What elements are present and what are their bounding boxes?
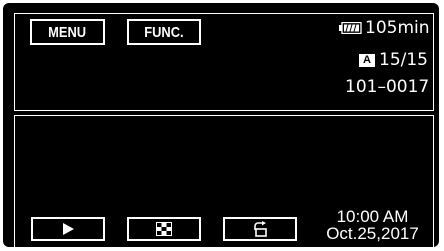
func-button[interactable]: FUNC. xyxy=(127,19,201,45)
rotate-icon xyxy=(251,221,269,237)
func-button-label: FUNC. xyxy=(144,23,184,41)
bottom-control-panel: 10:00 AM Oct.25,2017 xyxy=(14,115,434,249)
camera-screen: MENU FUNC. 105min A 15/15 101–0017 10:00… xyxy=(3,3,439,249)
folder-file-number: 101–0017 xyxy=(345,77,430,97)
rotate-button[interactable] xyxy=(223,217,297,241)
menu-button-label: MENU xyxy=(48,23,87,41)
battery-icon xyxy=(339,22,362,34)
date-text: Oct.25,2017 xyxy=(326,224,419,243)
top-info-panel: MENU FUNC. 105min A 15/15 101–0017 xyxy=(14,13,434,111)
date-time-display: 10:00 AM Oct.25,2017 xyxy=(320,208,425,242)
image-counter: 15/15 xyxy=(379,50,428,70)
play-button[interactable] xyxy=(31,217,105,241)
time-text: 10:00 AM xyxy=(336,207,409,226)
auto-mode-badge: A xyxy=(359,54,375,67)
menu-button[interactable]: MENU xyxy=(30,19,105,45)
play-icon xyxy=(61,222,75,236)
battery-time-remaining: 105min xyxy=(365,18,430,38)
index-grid-icon xyxy=(156,222,172,236)
index-button[interactable] xyxy=(127,217,201,241)
